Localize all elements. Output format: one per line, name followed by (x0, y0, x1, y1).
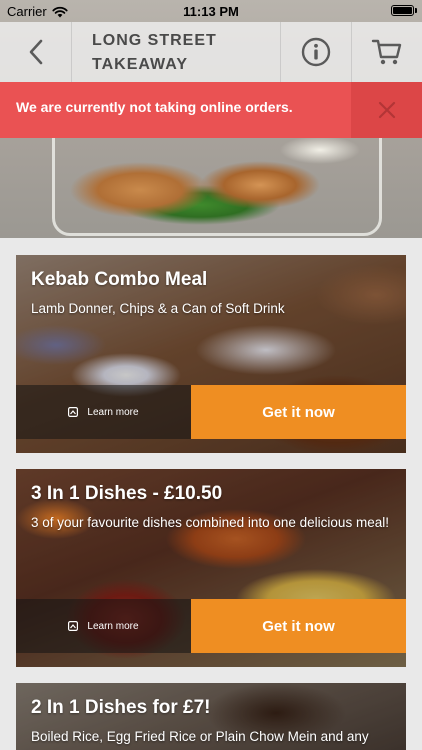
battery-icon (391, 5, 417, 16)
page-title: LONG STREET TAKEAWAY (92, 32, 217, 73)
close-icon (378, 101, 395, 119)
promo-card[interactable]: Kebab Combo Meal Lamb Donner, Chips & a … (16, 255, 406, 453)
card-description: Boiled Rice, Egg Fried Rice or Plain Cho… (31, 729, 369, 744)
get-it-now-button[interactable]: Get it now (191, 385, 406, 439)
back-button[interactable] (0, 22, 72, 82)
cart-button[interactable] (351, 22, 422, 82)
info-square-icon (68, 621, 79, 631)
card-description: 3 of your favourite dishes combined into… (31, 515, 389, 530)
back-chevron-icon (29, 39, 42, 65)
card-description: Lamb Donner, Chips & a Can of Soft Drink (31, 301, 285, 316)
learn-more-label: Learn more (87, 620, 139, 632)
nav-bar: LONG STREET TAKEAWAY (0, 22, 422, 82)
learn-more-button[interactable]: Learn more (16, 599, 191, 653)
banner-close-button[interactable] (351, 82, 422, 138)
learn-more-label: Learn more (87, 406, 139, 418)
card-title: 3 In 1 Dishes - £10.50 (31, 483, 223, 504)
ordering-closed-banner: We are currently not taking online order… (0, 82, 422, 138)
clock: 11:13 PM (183, 4, 239, 19)
banner-message: We are currently not taking online order… (16, 99, 293, 115)
promo-card[interactable]: 3 In 1 Dishes - £10.50 3 of your favouri… (16, 469, 406, 667)
info-icon (301, 37, 331, 67)
card-title: 2 In 1 Dishes for £7! (31, 697, 211, 718)
cart-icon (371, 39, 402, 65)
info-square-icon (68, 407, 79, 417)
info-button[interactable] (280, 22, 351, 82)
status-bar: Carrier 11:13 PM (0, 0, 422, 22)
get-it-now-button[interactable]: Get it now (191, 599, 406, 653)
promo-card[interactable]: 2 In 1 Dishes for £7! Boiled Rice, Egg F… (16, 683, 406, 750)
learn-more-button[interactable]: Learn more (16, 385, 191, 439)
card-title: Kebab Combo Meal (31, 269, 208, 290)
